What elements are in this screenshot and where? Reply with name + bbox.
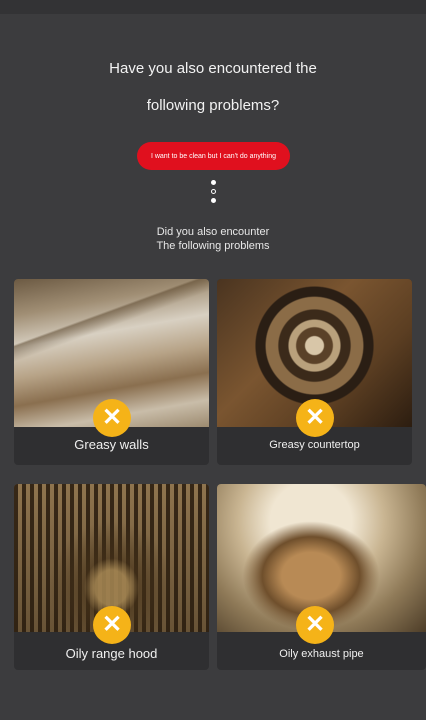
subheader-line-2: The following problems <box>156 240 270 252</box>
dot <box>210 189 216 194</box>
headline-line-2: following problems? <box>146 97 280 114</box>
problem-label: Greasy countertop <box>269 439 360 451</box>
subheader-line-1: Did you also encounter <box>156 226 270 238</box>
top-bar <box>0 0 426 14</box>
dots-divider <box>209 180 217 207</box>
close-x-icon: ✕ <box>93 606 131 644</box>
problem-card-greasy-countertop: ✕ Greasy countertop <box>217 279 412 465</box>
headline-line-1: Have you also encountered the <box>109 60 317 77</box>
problem-label: Greasy walls <box>74 437 149 452</box>
problem-label: Oily exhaust pipe <box>279 648 364 660</box>
problem-card-oily-exhaust-pipe: ✕ Oily exhaust pipe <box>217 484 426 670</box>
problem-label: Oily range hood <box>65 646 158 661</box>
dot <box>210 198 216 203</box>
pain-point-pill: I want to be clean but I can't do anythi… <box>137 142 290 170</box>
problem-card-oily-range-hood: ✕ Oily range hood <box>14 484 209 670</box>
problem-card-greasy-walls: ✕ Greasy walls <box>14 279 209 465</box>
close-x-icon: ✕ <box>296 399 334 437</box>
dot <box>210 180 216 185</box>
close-x-icon: ✕ <box>93 399 131 437</box>
close-x-icon: ✕ <box>296 606 334 644</box>
